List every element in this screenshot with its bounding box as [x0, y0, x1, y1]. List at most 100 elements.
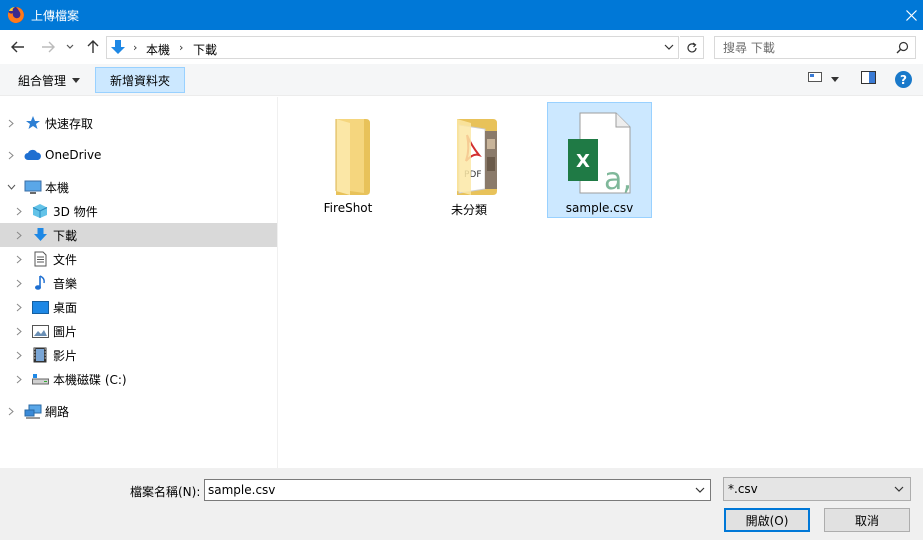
filename-dropdown[interactable] [695, 484, 705, 498]
preview-pane-button[interactable] [861, 71, 876, 84]
sidebar-item-label: 本機 [45, 180, 70, 195]
back-button[interactable] [9, 38, 27, 56]
sidebar-item-onedrive[interactable]: OneDrive [0, 143, 277, 167]
chevron-right-icon[interactable] [6, 150, 16, 160]
breadcrumb-separator-icon: › [133, 41, 138, 54]
file-type-dropdown[interactable] [894, 483, 904, 497]
sidebar-item-label: 影片 [53, 348, 78, 363]
sidebar-item-label: 本機磁碟 (C:) [53, 372, 127, 387]
sidebar-item-label: 網路 [45, 404, 70, 419]
sidebar-item-network[interactable]: 網路 [0, 399, 277, 423]
sidebar-item-label: 下載 [53, 228, 78, 243]
sidebar-item-local-disk[interactable]: 本機磁碟 (C:) [0, 367, 277, 391]
video-icon [31, 346, 49, 364]
network-icon [24, 402, 42, 420]
sidebar-item-this-pc[interactable]: 本機 [0, 175, 277, 199]
filename-combobox[interactable] [204, 479, 711, 501]
address-dropdown[interactable] [664, 40, 674, 57]
chevron-right-icon[interactable] [14, 326, 24, 336]
chevron-right-icon[interactable] [6, 406, 16, 416]
excel-csv-icon: X a, [568, 112, 632, 195]
refresh-icon [686, 42, 697, 52]
sidebar-item-quick-access[interactable]: 快速存取 [0, 111, 277, 135]
search-icon [896, 41, 909, 54]
chevron-right-icon[interactable] [6, 118, 16, 128]
music-icon [31, 274, 49, 292]
close-icon [905, 9, 917, 21]
sidebar-item-label: 音樂 [53, 276, 78, 291]
file-name: 未分類 [450, 203, 487, 217]
arrow-left-icon [11, 41, 24, 53]
chevron-right-icon[interactable] [14, 374, 24, 384]
download-icon [31, 226, 49, 244]
sidebar-item-label: 圖片 [53, 324, 78, 339]
filename-input[interactable] [205, 480, 685, 500]
view-options-dropdown[interactable] [831, 77, 839, 82]
sidebar-item-videos[interactable]: 影片 [0, 343, 277, 367]
desktop-icon [31, 298, 49, 316]
chevron-right-icon[interactable] [14, 230, 24, 240]
sidebar-item-downloads[interactable]: 下載 [0, 223, 277, 247]
up-button[interactable] [84, 38, 102, 56]
sidebar-item-documents[interactable]: 文件 [0, 247, 277, 271]
chevron-right-icon[interactable] [14, 206, 24, 216]
chevron-down-icon [66, 44, 74, 49]
file-item-uncategorized[interactable]: PDF 未分類 [417, 103, 521, 219]
forward-button[interactable] [39, 38, 57, 56]
sidebar-item-3d-objects[interactable]: 3D 物件 [0, 199, 277, 223]
folder-pdf-icon: PDF [457, 119, 497, 195]
chevron-right-icon[interactable] [14, 302, 24, 312]
file-type-value: *.csv [728, 482, 758, 496]
search-input[interactable] [715, 37, 890, 58]
help-button[interactable]: ? [895, 71, 912, 88]
organize-menu[interactable]: 組合管理 [18, 72, 81, 89]
title-bar: 上傳檔案 [0, 0, 923, 30]
refresh-button[interactable] [680, 36, 704, 59]
chevron-down-icon [695, 487, 705, 493]
sidebar-item-music[interactable]: 音樂 [0, 271, 277, 295]
close-button[interactable] [899, 0, 923, 30]
sidebar-item-label: OneDrive [45, 148, 102, 162]
breadcrumb-this-pc[interactable]: 本機 [146, 41, 170, 58]
document-icon [31, 250, 49, 268]
address-bar[interactable]: › 本機 › 下載 [106, 36, 679, 59]
chevron-down-icon [664, 44, 674, 50]
filename-label: 檔案名稱(N): [130, 485, 201, 499]
sidebar-item-label: 文件 [53, 252, 78, 267]
firefox-icon [7, 7, 24, 23]
sidebar-item-label: 快速存取 [45, 116, 94, 131]
command-toolbar: 組合管理 新增資料夾 [0, 64, 923, 96]
cube-icon [31, 202, 49, 220]
chevron-right-icon[interactable] [14, 254, 24, 264]
file-type-select[interactable]: *.csv [723, 477, 911, 501]
computer-icon [24, 178, 42, 196]
star-icon [24, 114, 42, 132]
preview-pane-icon [861, 71, 876, 84]
sidebar-item-label: 3D 物件 [53, 204, 98, 219]
search-box[interactable] [714, 36, 916, 59]
download-icon [111, 40, 125, 54]
caret-down-icon [831, 77, 839, 82]
address-row: › 本機 › 下載 [0, 30, 923, 64]
chevron-right-icon[interactable] [14, 278, 24, 288]
change-view-button[interactable] [808, 71, 822, 83]
chevron-right-icon[interactable] [14, 350, 24, 360]
chevron-down-icon[interactable] [6, 182, 16, 192]
sidebar-item-desktop[interactable]: 桌面 [0, 295, 277, 319]
svg-text:X: X [576, 151, 590, 172]
file-item-sample-csv[interactable]: X a, sample.csv [547, 102, 652, 218]
file-name: sample.csv [565, 201, 634, 215]
arrow-right-icon [42, 41, 55, 53]
new-folder-button[interactable]: 新增資料夾 [95, 67, 185, 93]
cancel-button[interactable]: 取消 [824, 508, 910, 532]
file-name: FireShot [323, 201, 373, 215]
sidebar-item-pictures[interactable]: 圖片 [0, 319, 277, 343]
recent-locations-button[interactable] [64, 38, 76, 56]
arrow-up-icon [87, 40, 99, 53]
open-button[interactable]: 開啟(O) [724, 508, 810, 532]
breadcrumb-downloads[interactable]: 下載 [193, 41, 217, 58]
navigation-pane: 快速存取 OneDrive 本機 3D 物件 下載 文件 音樂 桌面 圖片 影片… [0, 97, 278, 468]
folder-icon [335, 119, 370, 195]
chevron-down-icon [894, 486, 904, 492]
file-item-fireshot[interactable]: FireShot [296, 103, 400, 219]
